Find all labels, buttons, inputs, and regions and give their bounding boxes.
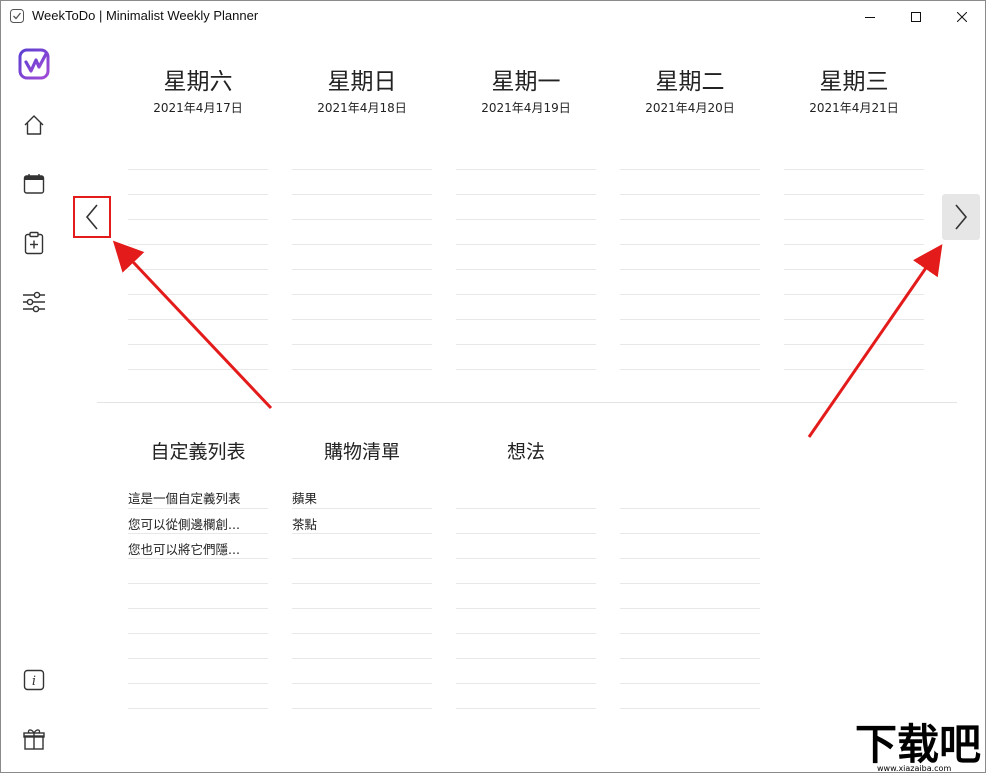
arrow-left-annotation	[112, 240, 273, 410]
watermark: 下载吧 www.xiazaiba.com	[847, 713, 985, 773]
annotation-arrows	[112, 240, 943, 438]
watermark-url: www.xiazaiba.com	[877, 764, 951, 773]
watermark-text: 下载吧	[855, 720, 981, 769]
arrow-right-annotation	[807, 244, 943, 438]
app-window: WeekToDo | Minimalist Weekly Planner i 星…	[0, 0, 986, 773]
